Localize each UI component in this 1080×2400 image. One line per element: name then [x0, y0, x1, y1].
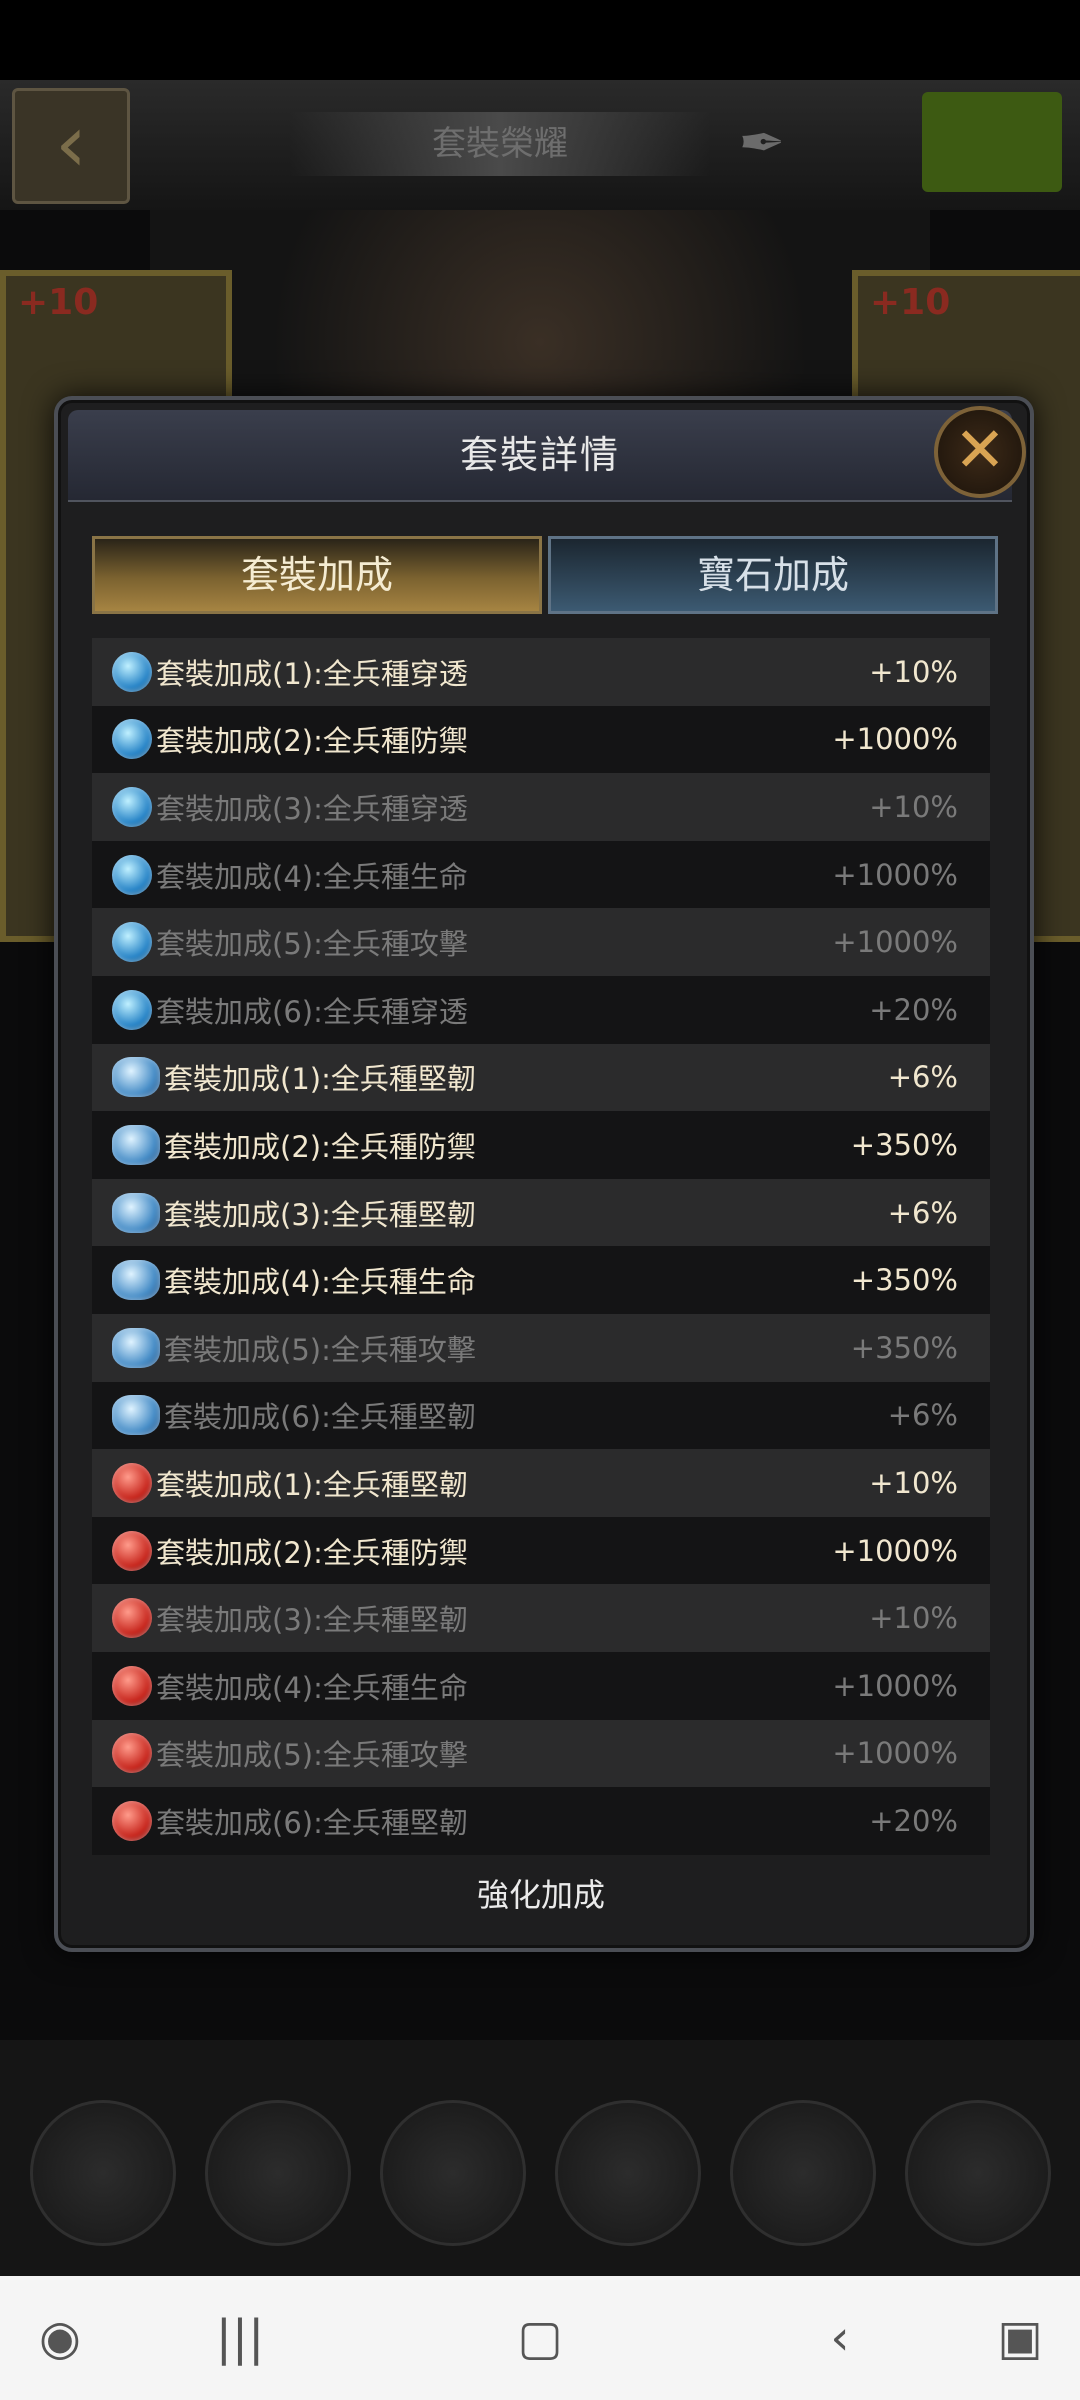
bonus-label: 套裝加成(1):全兵種穿透	[156, 656, 468, 691]
bonus-value: +350%	[850, 1263, 958, 1298]
bonus-label: 套裝加成(6):全兵種穿透	[156, 994, 468, 1029]
bonus-row: 套裝加成(2):全兵種防禦 +1000%	[92, 705, 990, 774]
bonus-value: +6%	[887, 1398, 958, 1433]
bonus-value: +10%	[869, 789, 958, 824]
bonus-label: 套裝加成(4):全兵種生命	[156, 859, 468, 894]
game-launcher-icon[interactable]: ◉	[0, 2276, 120, 2400]
gamepad-icon[interactable]	[922, 92, 1062, 192]
bonus-row: 套裝加成(6):全兵種堅韌 +6%	[92, 1381, 990, 1450]
home-icon[interactable]: ▢	[480, 2276, 600, 2400]
cloud-gem-icon	[112, 1124, 160, 1165]
cloud-gem-icon	[112, 1327, 160, 1368]
red-gem-icon	[112, 1598, 152, 1639]
dialog-header: 套裝詳情	[68, 410, 1012, 502]
equipment-slot[interactable]	[205, 2100, 351, 2246]
bonus-value: +350%	[850, 1127, 958, 1162]
equipment-slot[interactable]	[555, 2100, 701, 2246]
bonus-label: 套裝加成(6):全兵種堅韌	[164, 1400, 476, 1435]
cloud-gem-icon	[112, 1057, 160, 1098]
bonus-value: +6%	[887, 1195, 958, 1230]
bonus-label: 套裝加成(4):全兵種生命	[164, 1265, 476, 1300]
bonus-value: +1000%	[832, 722, 958, 757]
bonus-row: 套裝加成(6):全兵種堅韌 +20%	[92, 1787, 990, 1855]
red-gem-icon	[112, 1530, 152, 1571]
bonus-label: 套裝加成(4):全兵種生命	[156, 1670, 468, 1705]
bonus-label: 套裝加成(5):全兵種攻擊	[164, 1332, 476, 1367]
enhance-bonus-label[interactable]: 強化加成	[92, 1860, 990, 1930]
bonus-label: 套裝加成(2):全兵種防禦	[156, 1535, 468, 1570]
status-bar	[0, 0, 1080, 80]
bonus-value: +20%	[869, 992, 958, 1027]
red-gem-icon	[112, 1462, 152, 1503]
blue-gem-icon	[112, 854, 152, 895]
red-gem-icon	[112, 1733, 152, 1774]
cloud-gem-icon	[112, 1192, 160, 1233]
bonus-row: 套裝加成(4):全兵種生命 +350%	[92, 1246, 990, 1314]
quill-icon[interactable]: ✒	[730, 112, 794, 176]
bonus-list[interactable]: 套裝加成(1):全兵種穿透 +10% 套裝加成(2):全兵種防禦 +1000% 套裝加成…	[92, 638, 990, 1938]
bonus-value: +1000%	[832, 925, 958, 960]
bonus-label: 套裝加成(3):全兵種穿透	[156, 791, 468, 826]
bonus-value: +350%	[850, 1330, 958, 1365]
bonus-value: +10%	[869, 1465, 958, 1500]
equipment-slot[interactable]	[730, 2100, 876, 2246]
blue-gem-icon	[112, 989, 152, 1030]
equipment-slot[interactable]	[380, 2100, 526, 2246]
back-icon[interactable]: ‹	[780, 2276, 900, 2400]
screenshot-icon[interactable]: ▣	[960, 2276, 1080, 2400]
system-nav-bar: ◉ ||| ▢ ‹ ▣	[0, 2276, 1080, 2400]
right-card-level: +10	[870, 282, 951, 323]
bonus-row: 套裝加成(3):全兵種堅韌 +6%	[92, 1178, 990, 1247]
set-details-dialog: 套裝詳情 ✕ 套裝加成 寶石加成 套裝加成(1):全兵種穿透 +10% 套裝加成(2…	[54, 396, 1034, 1952]
equipment-slot[interactable]	[30, 2100, 176, 2246]
bonus-value: +1000%	[832, 1736, 958, 1771]
bonus-value: +20%	[869, 1803, 958, 1838]
bonus-label: 套裝加成(1):全兵種堅韌	[164, 1062, 476, 1097]
cloud-gem-icon	[112, 1260, 160, 1301]
bonus-row: 套裝加成(3):全兵種堅韌 +10%	[92, 1584, 990, 1652]
bonus-row: 套裝加成(3):全兵種穿透 +10%	[92, 773, 990, 841]
tab-set-bonus[interactable]: 套裝加成	[92, 536, 542, 614]
bonus-row: 套裝加成(6):全兵種穿透 +20%	[92, 975, 990, 1044]
recent-apps-icon[interactable]: |||	[180, 2276, 300, 2400]
close-icon[interactable]: ✕	[934, 406, 1026, 498]
cloud-gem-icon	[112, 1395, 160, 1436]
red-gem-icon	[112, 1800, 152, 1841]
bonus-value: +10%	[869, 1601, 958, 1636]
bonus-label: 套裝加成(5):全兵種攻擊	[156, 1738, 468, 1773]
red-gem-icon	[112, 1665, 152, 1706]
bonus-label: 套裝加成(2):全兵種防禦	[164, 1129, 476, 1164]
bonus-label: 套裝加成(5):全兵種攻擊	[156, 927, 468, 962]
bonus-label: 套裝加成(6):全兵種堅韌	[156, 1805, 468, 1840]
left-card-level: +10	[18, 282, 99, 323]
screen-title: 套裝榮耀	[290, 112, 710, 176]
blue-gem-icon	[112, 719, 152, 760]
bonus-row: 套裝加成(2):全兵種防禦 +350%	[92, 1111, 990, 1179]
bonus-value: +10%	[869, 654, 958, 689]
bonus-row: 套裝加成(4):全兵種生命 +1000%	[92, 840, 990, 909]
blue-gem-icon	[112, 786, 152, 827]
bonus-value: +1000%	[832, 1533, 958, 1568]
dialog-title: 套裝詳情	[459, 433, 620, 477]
blue-gem-icon	[112, 922, 152, 963]
bonus-row: 套裝加成(2):全兵種防禦 +1000%	[92, 1516, 990, 1585]
back-arrow-icon[interactable]: ‹	[12, 88, 130, 204]
bonus-label: 套裝加成(1):全兵種堅韌	[156, 1467, 468, 1502]
equipment-slot[interactable]	[905, 2100, 1051, 2246]
bonus-row: 套裝加成(5):全兵種攻擊 +350%	[92, 1313, 990, 1382]
bonus-label: 套裝加成(3):全兵種堅韌	[164, 1197, 476, 1232]
bonus-row: 套裝加成(4):全兵種生命 +1000%	[92, 1651, 990, 1720]
bonus-row: 套裝加成(1):全兵種堅韌 +6%	[92, 1043, 990, 1112]
bonus-value: +1000%	[832, 857, 958, 892]
tab-gem-bonus[interactable]: 寶石加成	[548, 536, 998, 614]
blue-gem-icon	[112, 651, 152, 692]
bonus-row: 套裝加成(5):全兵種攻擊 +1000%	[92, 1719, 990, 1788]
bonus-value: +1000%	[832, 1668, 958, 1703]
bonus-row: 套裝加成(5):全兵種攻擊 +1000%	[92, 908, 990, 976]
bonus-value: +6%	[887, 1060, 958, 1095]
bonus-row: 套裝加成(1):全兵種堅韌 +10%	[92, 1449, 990, 1517]
bonus-label: 套裝加成(2):全兵種防禦	[156, 724, 468, 759]
bonus-label: 套裝加成(3):全兵種堅韌	[156, 1603, 468, 1638]
bonus-row: 套裝加成(1):全兵種穿透 +10%	[92, 638, 990, 706]
